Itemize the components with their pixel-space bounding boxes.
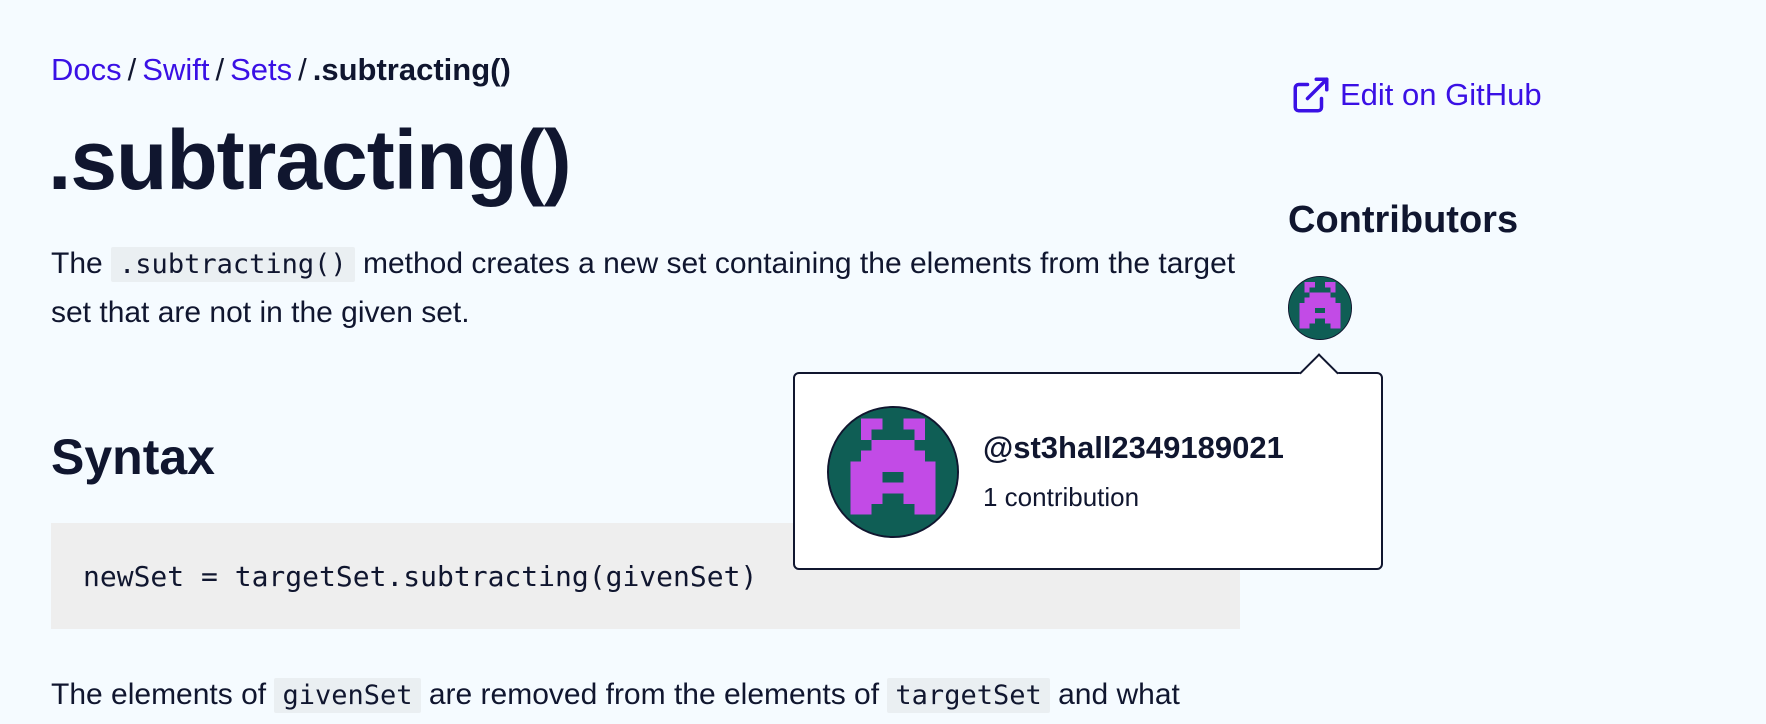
contributor-username-link[interactable]: @st3hall2349189021 [983,430,1284,466]
breadcrumb-separator: / [215,52,225,87]
edit-on-github-label: Edit on GitHub [1340,77,1542,112]
breadcrumb-separator: / [298,52,307,87]
description-paragraph: The elements of givenSet are removed fro… [51,671,1261,720]
paragraph-text: The elements of [51,678,267,711]
edit-on-github-link[interactable]: Edit on GitHub [1290,74,1542,116]
contributor-popover: @st3hall2349189021 1 contribution [793,353,1383,570]
page-title: .subtracting() [48,113,572,207]
inline-code: givenSet [274,678,421,713]
syntax-heading: Syntax [51,429,215,485]
pixel-invader-avatar-icon [829,408,957,536]
paragraph-text: are removed from the elements of [428,678,880,711]
paragraph-text: and what [1058,678,1180,711]
syntax-code: newSet = targetSet.subtracting(givenSet) [83,559,758,593]
contribution-count: 1 contribution [983,482,1140,512]
external-link-icon [1293,77,1329,113]
inline-code: targetSet [887,678,1050,713]
breadcrumb-link-docs[interactable]: Docs [51,52,122,87]
page: Docs / Swift / Sets / .subtracting() .subtract… [0,0,1766,724]
breadcrumb: Docs / Swift / Sets / .subtracting() [51,50,511,90]
intro-text: The [51,247,103,280]
breadcrumb-separator: / [127,52,137,87]
popover-arrow [1299,353,1339,393]
contributor-avatar[interactable] [1288,276,1352,340]
breadcrumb-link-sets[interactable]: Sets [230,52,292,87]
inline-code: .subtracting() [111,247,355,282]
breadcrumb-current: .subtracting() [312,52,511,87]
intro-paragraph: The .subtracting() method creates a new … [51,240,1251,337]
pixel-invader-avatar-icon [1289,277,1351,339]
breadcrumb-link-swift[interactable]: Swift [142,52,209,87]
contributors-heading: Contributors [1288,199,1519,241]
popover-avatar [827,406,959,538]
